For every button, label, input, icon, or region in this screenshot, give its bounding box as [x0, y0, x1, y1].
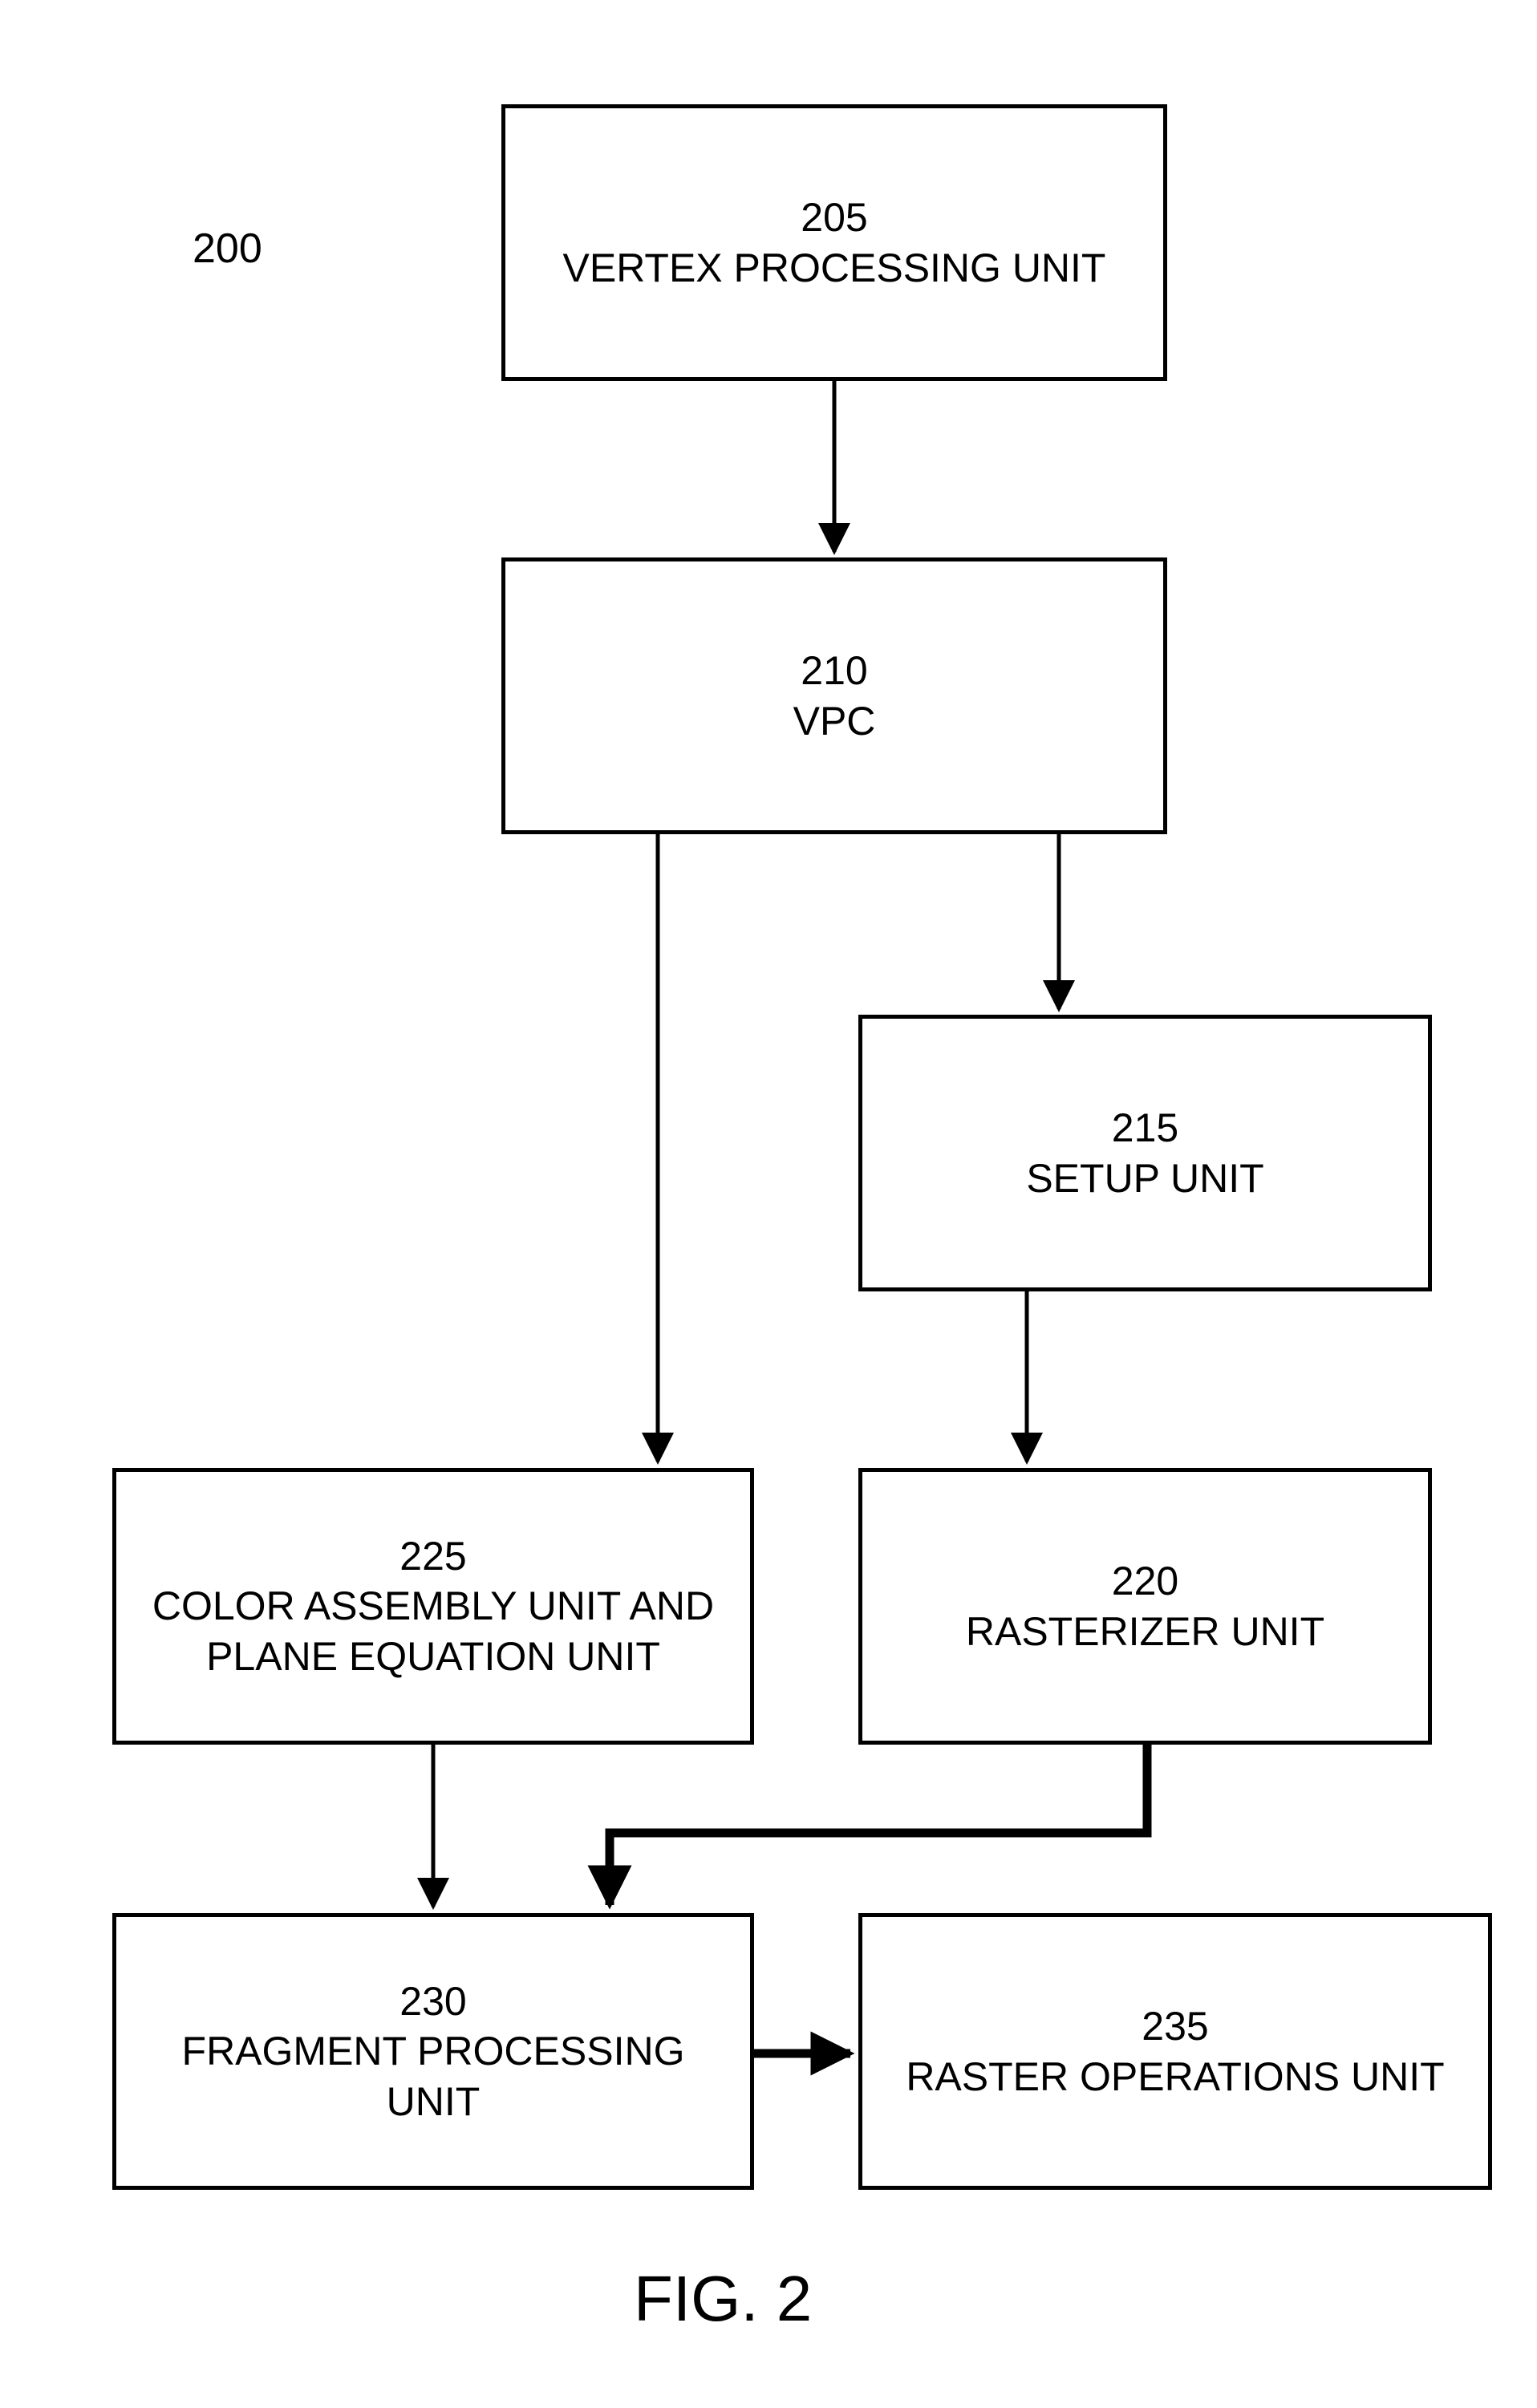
box-raster-operations-unit: 235 RASTER OPERATIONS UNIT	[858, 1913, 1492, 2190]
box-label: FRAGMENT PROCESSING UNIT	[144, 2026, 722, 2126]
box-num: 205	[801, 193, 867, 243]
box-label: SETUP UNIT	[1026, 1153, 1263, 1204]
box-num: 215	[1112, 1103, 1178, 1153]
box-num: 235	[1142, 2001, 1208, 2052]
box-label: VPC	[793, 696, 876, 747]
box-num: 210	[801, 646, 867, 696]
box-num: 230	[399, 1976, 466, 2027]
box-label: COLOR ASSEMBLY UNIT AND PLANE EQUATION U…	[144, 1581, 722, 1681]
box-num: 220	[1112, 1556, 1178, 1607]
box-color-assembly: 225 COLOR ASSEMBLY UNIT AND PLANE EQUATI…	[112, 1468, 754, 1745]
box-label: VERTEX PROCESSING UNIT	[563, 243, 1106, 294]
box-label: RASTER OPERATIONS UNIT	[906, 2052, 1444, 2102]
figure-caption: FIG. 2	[634, 2262, 812, 2336]
box-rasterizer-unit: 220 RASTERIZER UNIT	[858, 1468, 1432, 1745]
box-vpc: 210 VPC	[501, 557, 1167, 834]
arrow-rast-to-frag	[610, 1745, 1147, 1905]
box-setup-unit: 215 SETUP UNIT	[858, 1015, 1432, 1291]
box-label: RASTERIZER UNIT	[966, 1607, 1324, 1657]
box-num: 225	[399, 1531, 466, 1582]
diagram-label: 200	[193, 225, 262, 273]
box-vertex-processing-unit: 205 VERTEX PROCESSING UNIT	[501, 104, 1167, 381]
box-fragment-processing-unit: 230 FRAGMENT PROCESSING UNIT	[112, 1913, 754, 2190]
